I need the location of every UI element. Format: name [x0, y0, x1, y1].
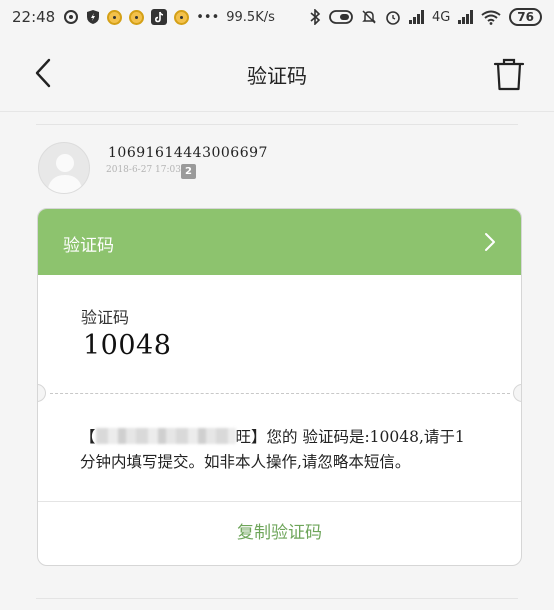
toggle-icon	[329, 10, 353, 24]
weibo-icon	[129, 9, 145, 25]
net-speed: 99.5K/s	[226, 9, 275, 25]
message-line: 【 旺】您的 验证码是:10048,请于1	[80, 425, 490, 450]
sync-icon	[64, 10, 79, 24]
mute-bell-icon	[362, 10, 376, 24]
signal-bars-icon	[458, 10, 474, 24]
ticket-notch	[513, 384, 521, 402]
card-header[interactable]: 验证码	[38, 209, 521, 275]
message-text: 旺】您的 验证码是:10048,请于1	[235, 428, 465, 446]
copy-code-button[interactable]: 复制验证码	[38, 502, 521, 565]
default-avatar-icon	[47, 154, 83, 193]
battery-level: 76	[509, 8, 542, 26]
page-title: 验证码	[247, 64, 307, 88]
divider	[36, 598, 518, 599]
message-bracket: 【	[80, 428, 96, 446]
divider	[36, 124, 518, 125]
message-timestamp: 2018-6-27 17:03	[106, 165, 181, 175]
status-time: 22:48	[12, 8, 56, 26]
weibo-icon	[107, 9, 123, 25]
tiktok-icon	[151, 9, 168, 25]
verification-code-card: 验证码 验证码 10048 【 旺】您的 验证码是:10048,请于1 分钟内填写…	[37, 208, 522, 566]
delete-button[interactable]	[492, 56, 526, 92]
message-line: 分钟内填写提交。如非本人操作,请忽略本短信。	[80, 453, 411, 471]
ticket-notch	[38, 384, 46, 402]
more-notifications-icon: •••	[196, 9, 220, 25]
card-header-title: 验证码	[63, 236, 114, 256]
code-label: 验证码	[81, 308, 130, 327]
wifi-icon	[481, 10, 501, 25]
status-system-icons: 4G 76	[309, 8, 542, 26]
status-notification-icons: ••• 99.5K/s	[63, 9, 275, 25]
sender-number: 10691614443006697	[108, 145, 268, 161]
back-button[interactable]	[30, 56, 60, 90]
status-bar: 22:48 ••• 99.5K/s 4G 76	[0, 0, 554, 34]
message-body: 【 旺】您的 验证码是:10048,请于1 分钟内填写提交。如非本人操作,请忽略本…	[80, 425, 490, 475]
redacted-sender-name	[95, 428, 236, 444]
signal-bars-icon	[408, 10, 424, 24]
bluetooth-icon	[310, 9, 321, 25]
network-type: 4G	[431, 9, 451, 25]
avatar[interactable]	[38, 142, 90, 194]
code-value: 10048	[83, 330, 172, 361]
sim-badge: 2	[181, 164, 196, 179]
shield-bolt-icon	[87, 10, 100, 24]
chevron-right-icon	[485, 233, 495, 251]
dashed-divider	[50, 393, 510, 394]
nav-bar: 验证码	[0, 34, 554, 112]
alarm-icon	[386, 11, 400, 25]
weibo-icon	[174, 9, 190, 25]
